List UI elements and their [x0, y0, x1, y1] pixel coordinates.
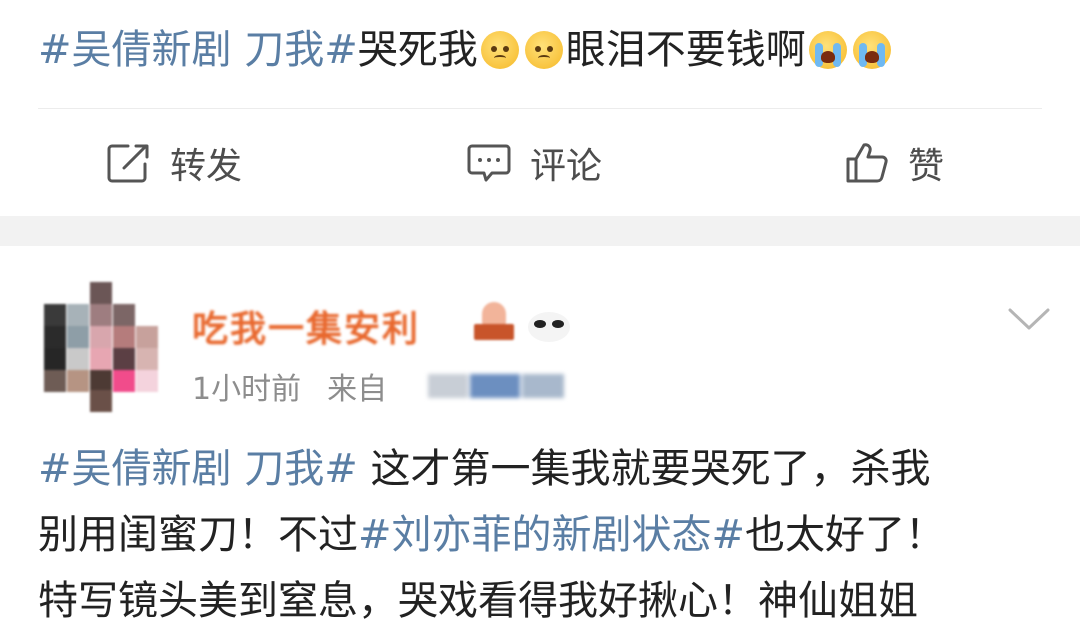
- comment-button[interactable]: 评论: [466, 110, 602, 216]
- post-text-segment: 眼泪不要钱啊: [565, 27, 806, 73]
- comment-icon: [467, 144, 511, 182]
- crying-face-icon: [852, 31, 891, 69]
- hashtag-link[interactable]: #吴倩新剧 刀我#: [38, 446, 358, 492]
- comment-label: 评论: [530, 146, 603, 187]
- divider: [38, 108, 1042, 109]
- chevron-down-icon[interactable]: [1004, 300, 1054, 340]
- repost-label: 转发: [170, 146, 243, 187]
- post-text-top: #吴倩新剧 刀我#哭死我 眼泪不要钱啊: [38, 18, 894, 82]
- avatar[interactable]: [40, 282, 160, 412]
- like-label: 赞: [908, 146, 945, 187]
- hashtag-link[interactable]: #吴倩新剧 刀我#: [38, 27, 358, 73]
- source-app-blurred: [428, 370, 564, 402]
- post-body-line: 特写镜头美到窒息，哭戏看得我好揪心！神仙姐姐: [38, 568, 1042, 619]
- hashtag-link[interactable]: #刘亦菲的新剧状态#: [358, 512, 745, 558]
- crying-face-icon: [808, 31, 847, 69]
- post-time: 1小时前: [192, 372, 302, 407]
- member-badge-icon: [470, 302, 518, 346]
- thumbs-up-icon: [846, 143, 888, 183]
- post-action-bar: 转发 评论 赞: [0, 110, 1080, 216]
- post-text-segment: 别用闺蜜刀！不过: [38, 512, 358, 558]
- post-text-segment: 特写镜头美到窒息，哭戏看得我好揪心！神仙姐姐: [38, 578, 918, 619]
- repost-icon: [107, 144, 149, 183]
- post-body-line: 别用闺蜜刀！不过#刘亦菲的新剧状态#也太好了！: [38, 502, 1042, 568]
- username[interactable]: 吃我一集安利: [192, 300, 420, 352]
- post-body: #吴倩新剧 刀我# 这才第一集我就要哭死了，杀我 别用闺蜜刀！不过#刘亦菲的新剧…: [38, 436, 1042, 619]
- like-button[interactable]: 赞: [844, 110, 944, 216]
- post-body-line: #吴倩新剧 刀我# 这才第一集我就要哭死了，杀我: [38, 436, 1042, 502]
- post-text-segment: 也太好了！: [745, 512, 946, 558]
- repost-button[interactable]: 转发: [106, 110, 242, 216]
- sad-face-icon: [480, 31, 519, 69]
- post-meta: 1小时前 来自: [192, 364, 387, 408]
- panda-badge-icon: [526, 308, 572, 342]
- post-text-segment: 这才第一集我就要哭死了，杀我: [357, 446, 931, 492]
- post-text-segment: 哭死我: [357, 27, 478, 73]
- feed-separator: [0, 216, 1080, 246]
- weibo-feed: #吴倩新剧 刀我#哭死我 眼泪不要钱啊 转发 评论 赞 吃我一集安利 1小时前 …: [0, 0, 1080, 619]
- sad-face-icon: [524, 31, 563, 69]
- source-prefix: 来自: [327, 372, 388, 407]
